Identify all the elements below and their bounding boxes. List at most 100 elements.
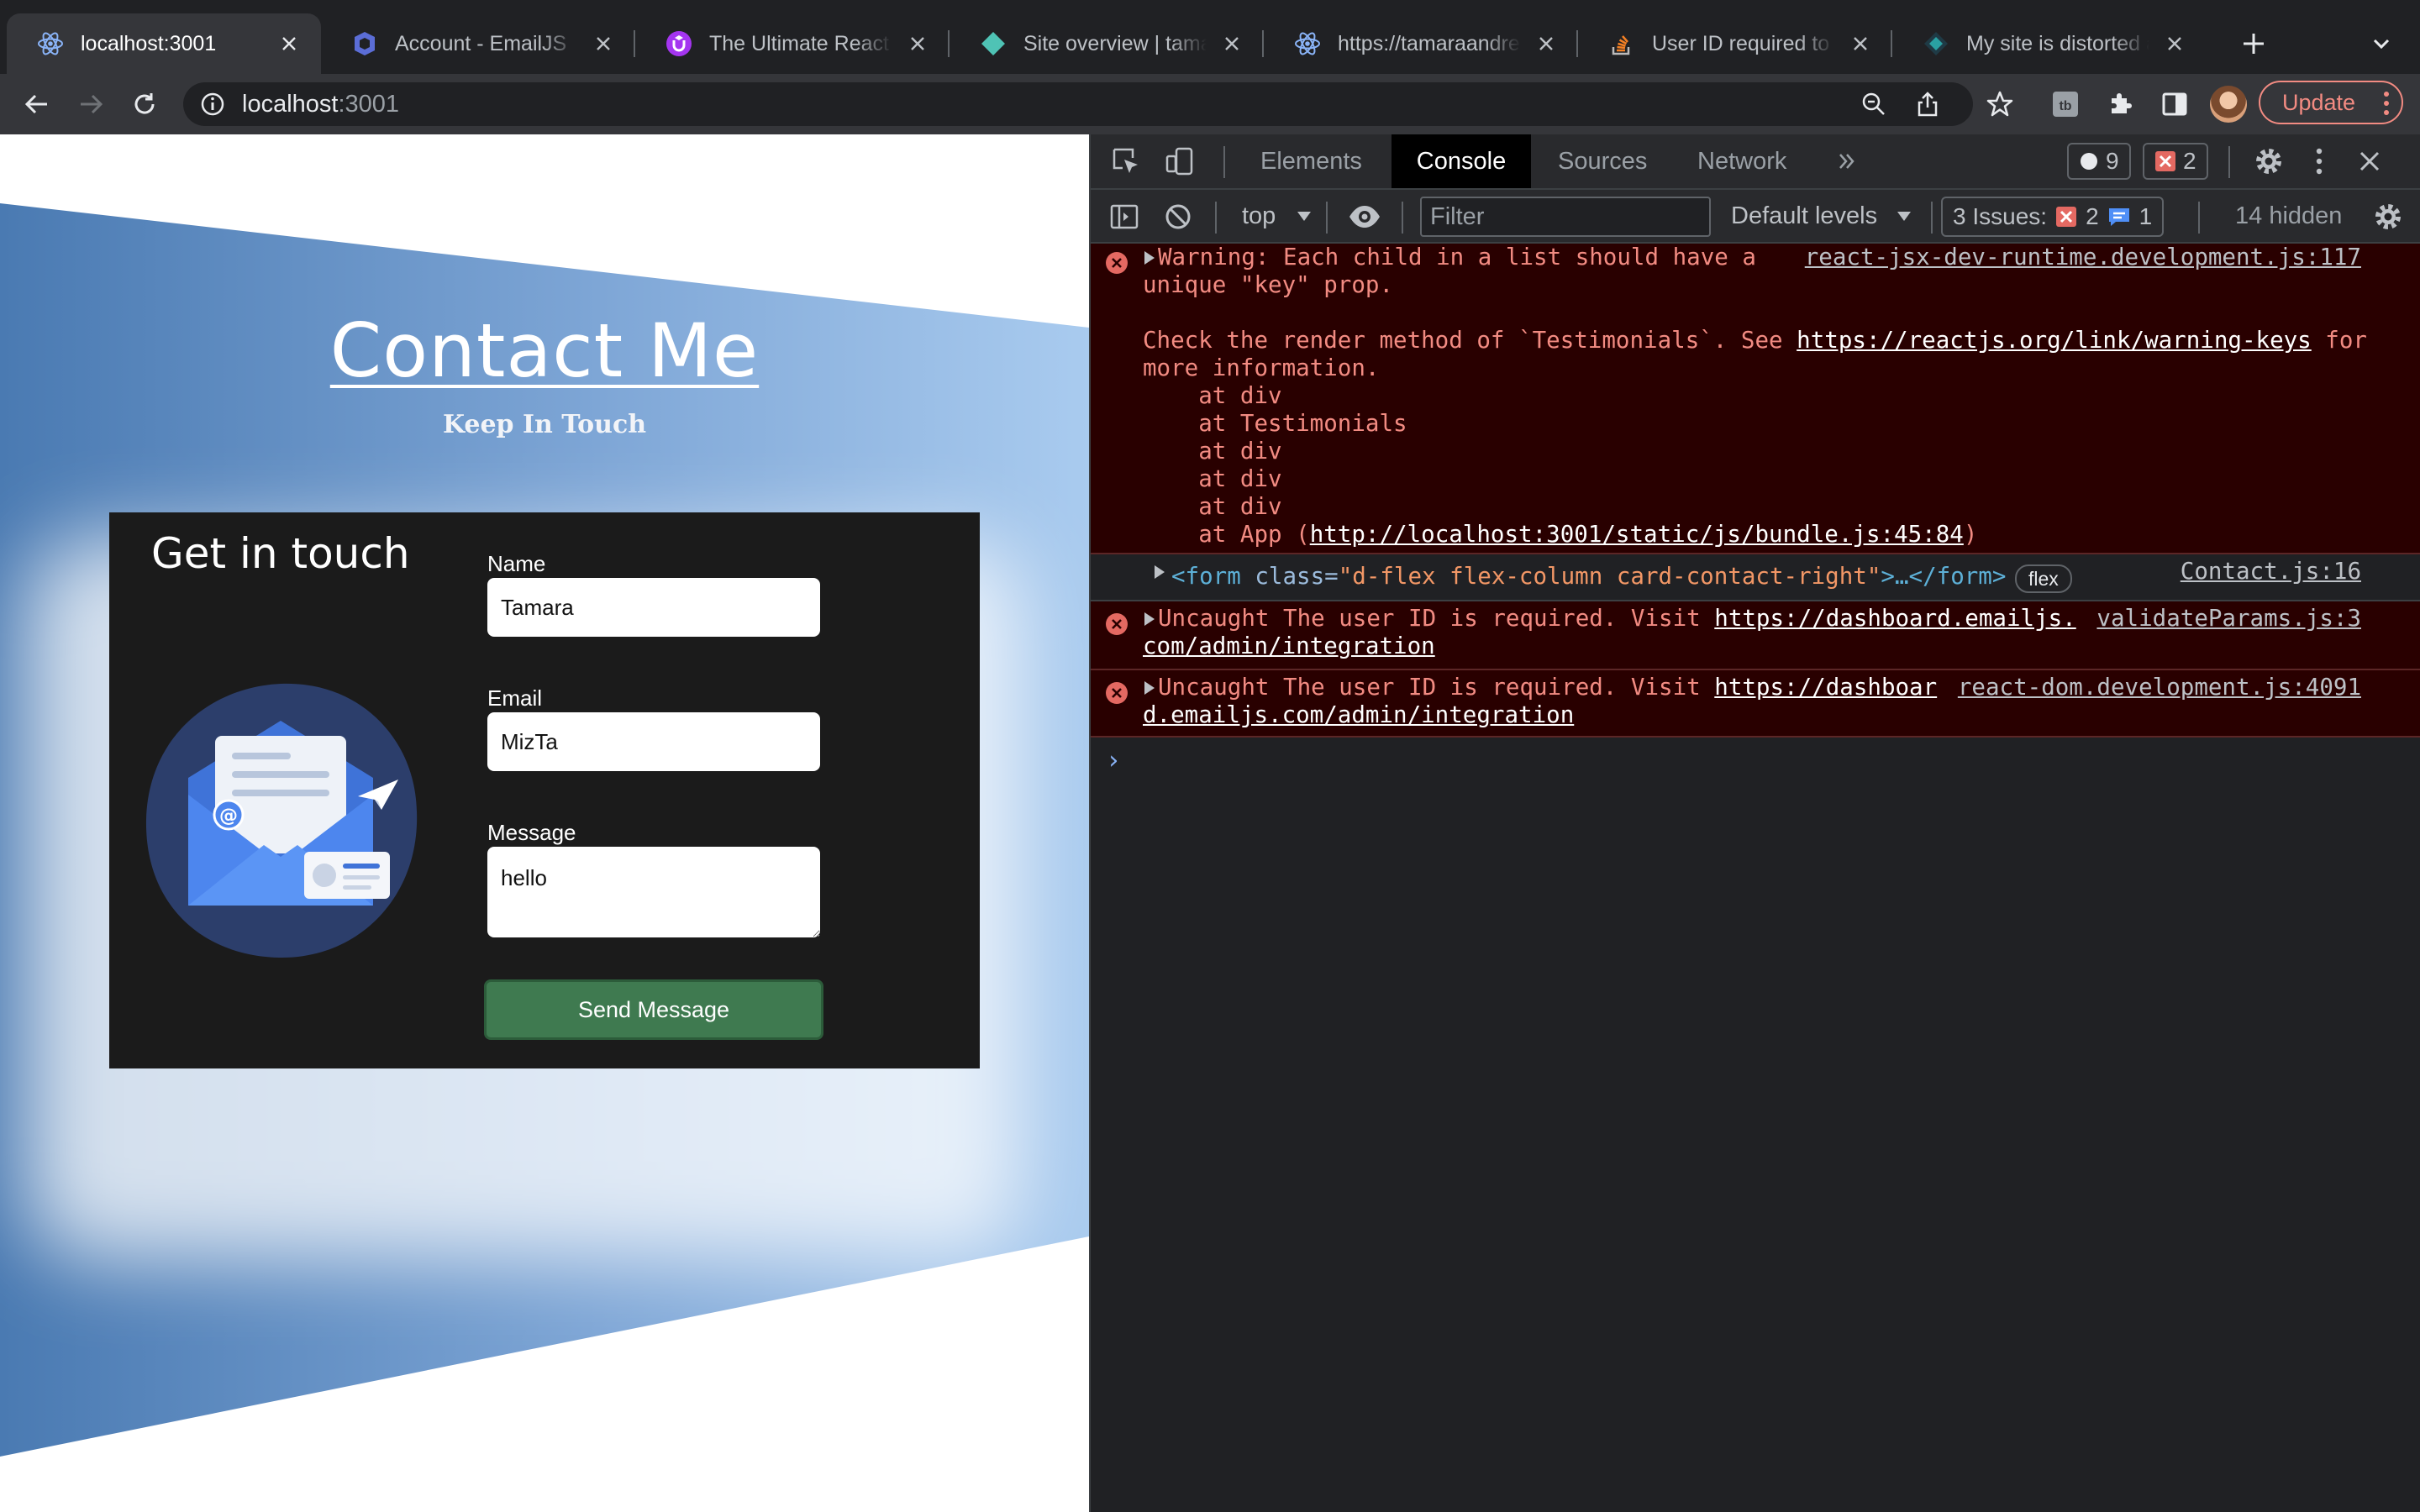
clear-console-icon[interactable] [1161,200,1195,234]
emailjs-dashboard-link-cont[interactable]: d.emailjs.com/admin/integration [1143,701,1574,729]
error-x-icon [2056,207,2077,227]
devtools-tab-console[interactable]: Console [1392,134,1531,188]
emailjs-dashboard-link[interactable]: https://dashboar [1714,674,1937,701]
stack-frame: at div [1143,382,1282,409]
address-bar[interactable]: localhost:3001 [183,82,1973,126]
emailjs-dashboard-link-cont[interactable]: com/admin/integration [1143,633,1435,660]
extensions-puzzle-icon[interactable] [2102,86,2139,123]
close-icon[interactable] [1218,30,1245,57]
envelope-illustration-icon: @ [145,683,418,958]
more-tabs-chevron-icon[interactable] [1830,144,1864,178]
tab-tamaraandrea[interactable]: https://tamaraandrea [1264,13,1578,74]
error-x-icon [2155,151,2175,171]
warning-line-2: unique "key" prop. [1143,271,1394,298]
chevron-down-icon[interactable] [2365,27,2398,60]
dropdown-triangle-icon [1887,200,1921,234]
warning-line-4: more information. [1143,354,1380,381]
bookmark-star-icon[interactable] [1981,86,2018,123]
settings-gear-icon[interactable] [2252,144,2286,178]
expand-triangle-icon[interactable] [1155,565,1165,579]
console-prompt-row[interactable]: › [1091,738,2420,788]
console-error-message[interactable]: Uncaught The user ID is required. Visit … [1091,670,2420,738]
tab-localhost[interactable]: localhost:3001 [7,13,321,74]
error-circle-icon [1106,252,1128,274]
flex-badge[interactable]: flex [2015,564,2072,593]
extension-tb-icon[interactable]: tb [2047,86,2084,123]
issues-button[interactable]: 3 Issues: 2 1 [1941,197,2165,237]
udemy-icon [666,30,692,57]
new-tab-plus-icon[interactable] [2235,25,2272,62]
message-textarea[interactable]: hello [487,847,820,937]
reload-icon[interactable] [126,86,163,123]
tab-site-overview[interactable]: Site overview | tamaraandrea [950,13,1264,74]
share-icon[interactable] [1909,86,1946,123]
send-message-button[interactable]: Send Message [484,979,823,1040]
console-output: Warning: Each child in a list should hav… [1091,244,2420,788]
close-icon[interactable] [1533,30,1560,57]
context-selector[interactable]: top [1242,202,1276,230]
validate-params-link[interactable]: validateParams.js:3 [2096,605,2361,633]
log-levels-dropdown[interactable]: Default levels [1731,202,1877,230]
console-log-form[interactable]: <form class="d-flex flex-column card-con… [1091,554,2420,601]
live-expression-eye-icon[interactable] [1348,200,1381,234]
more-vertical-icon[interactable] [2302,144,2336,178]
warning-source-link[interactable]: react-jsx-dev-runtime.development.js:117 [1805,244,2361,271]
tab-stackoverflow[interactable]: User ID required to send [1578,13,1892,74]
profile-avatar[interactable] [2210,86,2247,123]
devtools-panel: Elements Console Sources Network 9 2 top… [1089,134,2420,1512]
react-icon [37,30,64,57]
name-input[interactable] [487,578,820,637]
svg-text:@: @ [219,806,238,827]
stack-frame: at Testimonials [1143,410,1407,437]
update-button[interactable]: Update [2259,81,2403,124]
warning-keys-link[interactable]: https://reactjs.org/link/warning-keys [1797,327,2312,354]
back-arrow-icon[interactable] [18,86,55,123]
inspect-element-icon[interactable] [1109,144,1143,178]
page-subtitle: Keep In Touch [442,410,647,439]
devtools-tab-sources[interactable]: Sources [1536,134,1669,188]
react-dom-link[interactable]: react-dom.development.js:4091 [1958,674,2361,701]
console-settings-gear-icon[interactable] [2371,200,2405,234]
message-info-icon [2108,208,2129,226]
emailjs-dashboard-link[interactable]: https://dashboard.emailjs. [1714,605,2075,632]
devtools-tab-elements[interactable]: Elements [1239,134,1384,188]
stack-frame: at div [1143,438,1282,465]
react-icon [1294,30,1321,57]
zoom-icon[interactable] [1855,86,1892,123]
tab-title: Account - EmailJS [395,31,567,55]
error-text: Uncaught The user ID is required. Visit … [1158,674,1938,701]
console-filter-input[interactable] [1420,197,1711,237]
error-count-badge[interactable]: 2 [2143,143,2208,180]
site-info-icon[interactable] [198,90,227,118]
close-icon[interactable] [2161,30,2188,57]
console-warning-message[interactable]: Warning: Each child in a list should hav… [1091,244,2420,554]
tab-ultimate-react[interactable]: The Ultimate React JS [635,13,950,74]
tab-title: The Ultimate React JS [709,31,892,55]
contact-js-link[interactable]: Contact.js:16 [2181,558,2361,585]
issues-error-count: 2 [2086,203,2099,229]
bundle-link[interactable]: http://localhost:3001/static/js/bundle.j… [1310,521,1964,548]
message-label: Message [487,820,576,845]
close-icon[interactable] [904,30,931,57]
console-error-message[interactable]: Uncaught The user ID is required. Visit … [1091,601,2420,670]
device-toolbar-icon[interactable] [1163,144,1197,178]
close-icon[interactable] [1847,30,1874,57]
update-label: Update [2282,89,2356,115]
warning-line-3: Check the render method of `Testimonials… [1143,327,2367,354]
info-count: 9 [2106,148,2119,174]
close-icon[interactable] [276,30,302,57]
devtools-tab-network[interactable]: Network [1676,134,1808,188]
tab-title: My site is distorted after [1966,31,2149,55]
error-circle-icon [1106,613,1128,635]
forward-arrow-icon[interactable] [72,86,109,123]
tab-site-distorted[interactable]: My site is distorted after [1892,13,2207,74]
side-panel-icon[interactable] [2156,86,2193,123]
netlify-icon [1923,30,1949,57]
close-icon[interactable] [590,30,617,57]
close-icon[interactable] [2353,144,2386,178]
info-count-badge[interactable]: 9 [2067,143,2131,180]
tab-strip: localhost:3001 Account - EmailJS The Ult… [0,0,2420,74]
email-input[interactable] [487,712,820,771]
sidebar-toggle-icon[interactable] [1107,200,1141,234]
tab-emailjs-account[interactable]: Account - EmailJS [321,13,635,74]
